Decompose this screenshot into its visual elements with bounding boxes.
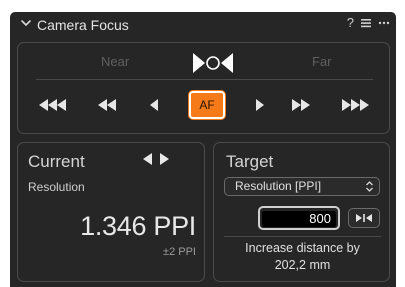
ellipsis-icon[interactable] [378, 17, 390, 29]
current-section: Current Resolution 1.346 PPI ±2 PPI [17, 142, 205, 282]
focus-indicator-icon [193, 53, 233, 73]
target-section: Target Resolution [PPI] Increase distanc… [213, 142, 390, 282]
step-far-small-button[interactable] [250, 91, 270, 119]
step-far-small-icon [256, 99, 264, 111]
far-label: Far [312, 54, 332, 69]
previous-arrow-icon[interactable] [142, 152, 153, 166]
help-icon[interactable]: ? [347, 15, 354, 30]
step-far-medium-icon [292, 99, 310, 111]
step-far-large-button[interactable] [338, 91, 372, 119]
chevron-updown-icon [366, 181, 373, 192]
camera-focus-panel: Camera Focus ? Near Far AF Current Resol… [10, 12, 396, 287]
focus-indicator-small-icon [356, 214, 372, 222]
target-instruction-line2: 202,2 mm [274, 258, 331, 272]
focus-navigation: Near Far AF [17, 42, 390, 134]
target-title: Target [226, 152, 274, 171]
step-near-large-icon [39, 99, 66, 111]
target-value-field [258, 206, 340, 230]
step-near-medium-button[interactable] [94, 91, 120, 119]
step-near-medium-icon [98, 99, 116, 111]
step-near-small-icon [150, 99, 158, 111]
target-metric-select[interactable]: Resolution [PPI] [224, 177, 380, 196]
autofocus-button[interactable]: AF [189, 91, 225, 119]
panel-title: Camera Focus [37, 17, 129, 33]
header-tools: ? [347, 15, 390, 30]
target-value-input[interactable] [262, 210, 336, 227]
panel-header[interactable]: Camera Focus ? [10, 12, 396, 36]
current-tolerance: ±2 PPI [163, 246, 196, 258]
step-near-small-button[interactable] [144, 91, 164, 119]
step-near-large-button[interactable] [36, 91, 70, 119]
chevron-down-icon[interactable] [20, 17, 32, 29]
apply-target-button[interactable] [348, 208, 380, 228]
target-instruction-line1: Increase distance by [245, 241, 360, 255]
current-title: Current [28, 152, 85, 171]
step-far-medium-button[interactable] [288, 91, 314, 119]
current-arrows [142, 152, 170, 166]
near-label: Near [101, 54, 130, 69]
current-value: 1.346 PPI [80, 211, 196, 241]
next-arrow-icon[interactable] [159, 152, 170, 166]
target-metric-value: Resolution [PPI] [235, 179, 322, 193]
current-metric-label: Resolution [28, 180, 85, 194]
step-far-large-icon [342, 99, 369, 111]
target-instruction: Increase distance by 202,2 mm [220, 240, 385, 274]
list-icon[interactable] [360, 17, 372, 29]
target-divider [224, 236, 381, 237]
nav-divider [36, 79, 373, 80]
